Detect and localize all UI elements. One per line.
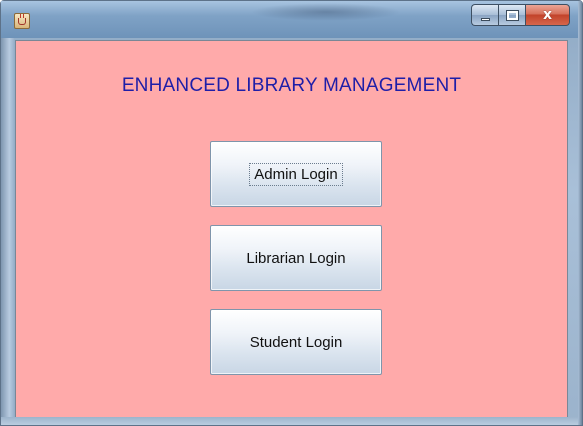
- librarian-login-button[interactable]: Librarian Login: [210, 225, 382, 291]
- cup-shape: [18, 18, 26, 25]
- student-login-label: Student Login: [249, 333, 343, 351]
- maximize-icon: [505, 9, 519, 21]
- java-cup-icon[interactable]: [14, 13, 30, 29]
- title-bar[interactable]: x: [1, 1, 582, 38]
- page-title: ENHANCED LIBRARY MANAGEMENT: [121, 75, 462, 96]
- app-window: x ENHANCED LIBRARY MANAGEMENT Admin Logi…: [0, 0, 583, 426]
- admin-login-button[interactable]: Admin Login: [210, 141, 382, 207]
- close-icon: x: [542, 7, 553, 23]
- main-panel: ENHANCED LIBRARY MANAGEMENT Admin Login …: [15, 40, 568, 418]
- close-button[interactable]: x: [525, 4, 570, 26]
- minimize-icon: [480, 17, 490, 21]
- admin-login-label: Admin Login: [249, 162, 343, 186]
- maximize-button[interactable]: [498, 4, 525, 26]
- title-glow: [251, 3, 401, 21]
- window-bottom-border: [1, 417, 582, 425]
- caption-buttons: x: [471, 4, 570, 28]
- student-login-button[interactable]: Student Login: [210, 309, 382, 375]
- minimize-button[interactable]: [471, 4, 498, 26]
- librarian-login-label: Librarian Login: [246, 249, 346, 267]
